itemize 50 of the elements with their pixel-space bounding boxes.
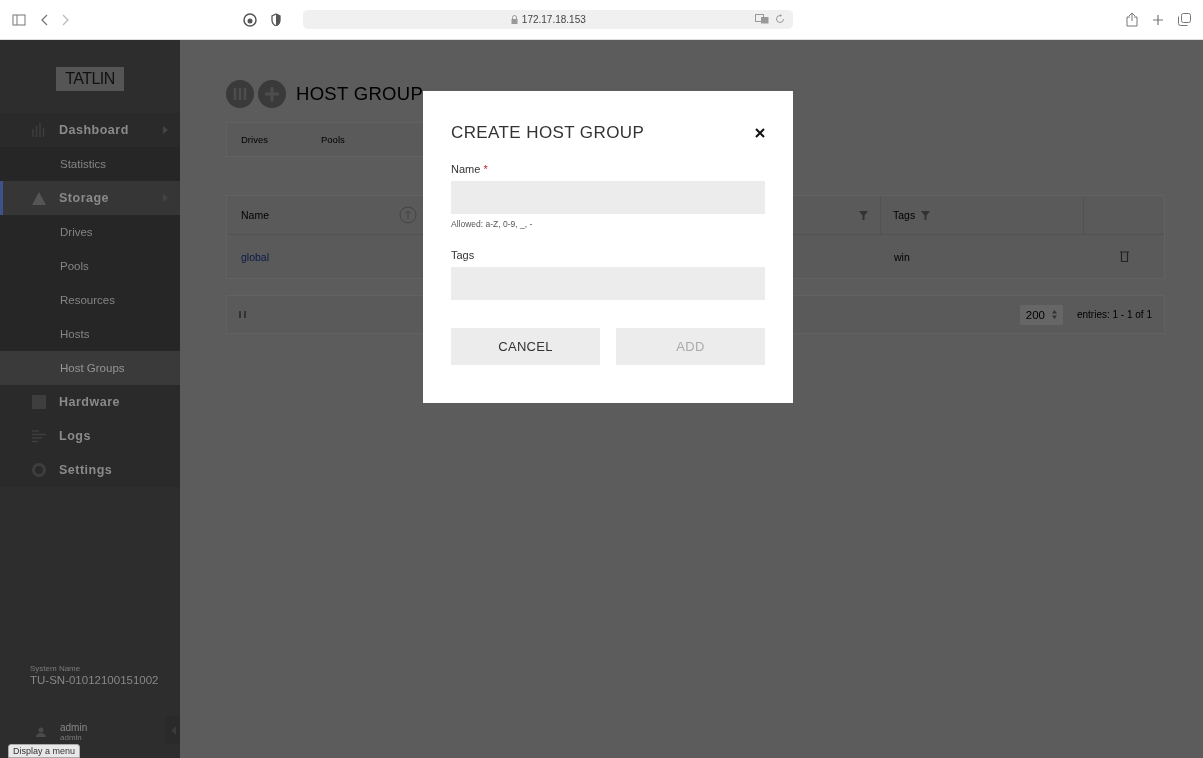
sidebar-subitem[interactable]: Resources: [0, 283, 180, 317]
sidebar-toggle-icon[interactable]: [12, 13, 26, 26]
tab[interactable]: Pools: [321, 130, 401, 149]
close-icon[interactable]: [755, 128, 765, 138]
column-header[interactable]: Name: [241, 209, 269, 221]
user-name[interactable]: admin: [60, 722, 88, 733]
sidebar-subitem[interactable]: Pools: [0, 249, 180, 283]
tab[interactable]: Drives: [241, 130, 321, 149]
caret-icon: [163, 126, 168, 134]
triangle-icon: [32, 191, 46, 205]
columns-icon[interactable]: [226, 80, 254, 108]
pause-icon[interactable]: [239, 311, 246, 318]
address-field[interactable]: 172.17.18.153: [303, 10, 794, 29]
system-name-label: System Name: [30, 664, 82, 673]
sidebar-item[interactable]: Storage: [0, 181, 180, 215]
group-link[interactable]: global: [241, 250, 270, 263]
tooltip: Display a menu: [8, 744, 81, 758]
field-label: Name *: [451, 163, 489, 175]
translate-icon[interactable]: [755, 14, 770, 24]
forward-icon[interactable]: [62, 13, 70, 26]
table-cell-text: win: [893, 250, 911, 263]
reload-icon[interactable]: [775, 14, 786, 24]
lock-icon: [510, 15, 518, 24]
dialog-title: CREATE HOST GROUP: [451, 123, 645, 143]
field-hint: Allowed: a-Z, 0-9, _, -: [451, 219, 534, 229]
column-header[interactable]: Tags: [893, 209, 916, 221]
page-size-select[interactable]: 200: [1019, 304, 1063, 325]
filter-icon[interactable]: [921, 210, 931, 220]
system-name-value: TU-SN-01012100151002: [30, 674, 160, 686]
filter-icon[interactable]: [859, 210, 868, 220]
stepper-icon: [1051, 310, 1057, 319]
entries-count: entries: 1 - 1 of 1: [1076, 309, 1152, 320]
page-title: HOST GROUP: [296, 83, 424, 105]
back-icon[interactable]: [40, 13, 48, 26]
sidebar-subitem[interactable]: Drives: [0, 215, 180, 249]
trash-icon[interactable]: [1119, 251, 1129, 262]
dialog-button[interactable]: CANCEL: [451, 328, 600, 365]
user-role: admin: [60, 733, 83, 742]
field-label: Tags: [451, 249, 476, 261]
sidebar-subitem[interactable]: Statistics: [0, 147, 180, 181]
logo[interactable]: TATLIN: [56, 67, 124, 91]
share-icon[interactable]: [1126, 12, 1138, 27]
shield-icon[interactable]: [271, 13, 282, 26]
add-icon[interactable]: [258, 80, 286, 108]
tabs-overview-icon[interactable]: [1178, 13, 1191, 26]
new-tab-icon[interactable]: [1152, 13, 1164, 26]
user-icon: [36, 727, 46, 737]
sidebar-subitem[interactable]: Host Groups: [0, 351, 180, 385]
privacy-icon[interactable]: [243, 12, 258, 27]
sidebar-subitem[interactable]: Hosts: [0, 317, 180, 351]
